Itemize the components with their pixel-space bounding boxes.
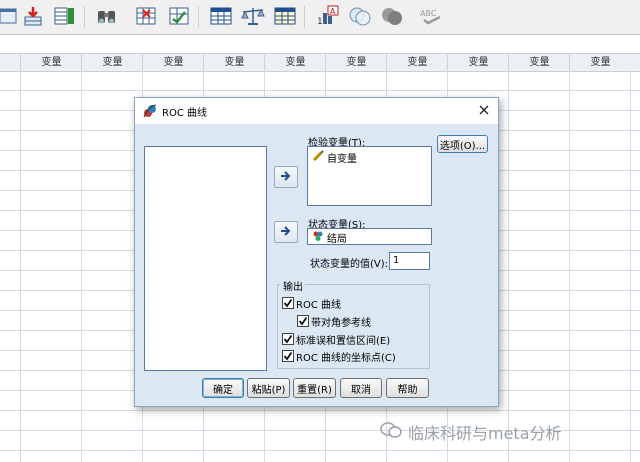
roc-curve-label: ROC 曲线 xyxy=(296,300,341,311)
move-to-state-variable-button[interactable] xyxy=(274,221,298,243)
dialog-title: ROC 曲线 xyxy=(162,108,207,119)
toggle-sets-icon[interactable] xyxy=(379,3,405,29)
paste-button[interactable]: 粘贴(P) xyxy=(247,378,290,398)
source-variable-list[interactable] xyxy=(144,146,267,371)
diagonal-reference-label: 带对角参考线 xyxy=(311,318,371,329)
scale-variable-icon xyxy=(312,150,324,165)
svg-text:A: A xyxy=(330,7,336,16)
insert-cases-icon[interactable] xyxy=(133,3,159,29)
recall-dialog-icon[interactable] xyxy=(0,3,22,29)
find-icon[interactable] xyxy=(94,3,120,29)
grid-column-line xyxy=(569,71,570,462)
state-value-label: 状态变量的值(V): xyxy=(310,259,389,270)
grid-column-line xyxy=(20,71,21,462)
test-variable-list[interactable]: 自变量 xyxy=(307,146,432,206)
column-header[interactable]: 变量 xyxy=(508,54,570,71)
column-header[interactable]: 变量 xyxy=(20,54,82,71)
select-cases-icon[interactable] xyxy=(240,3,266,29)
nominal-variable-icon xyxy=(312,230,324,245)
svg-text:1: 1 xyxy=(317,17,323,27)
watermark: 临床科研与meta分析 xyxy=(380,420,562,444)
column-header[interactable]: 变量 xyxy=(325,54,387,71)
grid-column-line xyxy=(508,71,509,462)
grid-column-line xyxy=(630,71,631,462)
column-header[interactable]: 变量 xyxy=(264,54,326,71)
toolbar: 1A ABC xyxy=(0,0,640,35)
diagonal-reference-checkbox[interactable] xyxy=(297,315,309,327)
column-header-row: 变量 变量 变量 变量 变量 变量 变量 变量 变量 变量 xyxy=(0,53,640,72)
roc-coordinates-checkbox[interactable] xyxy=(282,350,294,362)
use-sets-icon[interactable]: 1A xyxy=(315,3,341,29)
state-value-text: 1 xyxy=(393,255,400,266)
std-error-ci-checkbox[interactable] xyxy=(282,333,294,345)
column-header[interactable]: 变量 xyxy=(142,54,204,71)
column-header[interactable]: 变量 xyxy=(569,54,631,71)
weight-cases-icon[interactable] xyxy=(208,3,234,29)
std-error-ci-label: 标准误和置信区间(E) xyxy=(296,336,391,347)
spell-check-abc-text: ABC xyxy=(420,9,437,18)
state-value-input[interactable]: 1 xyxy=(389,252,430,270)
column-header[interactable]: 变量 xyxy=(447,54,509,71)
column-header[interactable]: 变量 xyxy=(203,54,265,71)
state-variable-value: 结局 xyxy=(327,234,347,245)
grid-column-line xyxy=(81,71,82,462)
test-variable-item-label: 自变量 xyxy=(327,154,357,165)
roc-curve-checkbox[interactable] xyxy=(282,297,294,309)
column-header[interactable]: 变量 xyxy=(81,54,143,71)
watermark-text: 临床科研与meta分析 xyxy=(408,424,562,443)
roc-coordinates-label: ROC 曲线的坐标点(C) xyxy=(296,353,396,364)
output-group-label: 输出 xyxy=(281,278,305,293)
go-to-case-icon[interactable] xyxy=(20,3,46,29)
reset-button[interactable]: 重置(R) xyxy=(293,378,336,398)
variables-icon[interactable] xyxy=(52,3,78,29)
dialog-body: 检验变量(T): 自变量 选项(O)... 状态变量(S): 结局 状态变量的值… xyxy=(135,124,498,406)
spell-check-icon[interactable]: ABC xyxy=(418,3,444,29)
help-button[interactable]: 帮助 xyxy=(386,378,429,398)
roc-dialog-icon xyxy=(143,104,157,121)
show-all-variables-icon[interactable] xyxy=(347,3,373,29)
split-file-icon[interactable] xyxy=(166,3,192,29)
wechat-icon xyxy=(380,421,402,443)
arrow-right-icon xyxy=(280,225,292,239)
roc-curve-dialog: ROC 曲线 检验变量(T): 自变量 选项(O)... 状态变量(S): 结局 xyxy=(134,97,499,407)
arrow-right-icon xyxy=(280,170,292,184)
column-header[interactable]: 变量 xyxy=(386,54,448,71)
dialog-titlebar: ROC 曲线 xyxy=(135,98,498,124)
move-to-test-variable-button[interactable] xyxy=(274,166,298,188)
close-icon[interactable] xyxy=(478,104,490,116)
options-button[interactable]: 选项(O)... xyxy=(437,135,488,153)
value-labels-icon[interactable] xyxy=(272,3,298,29)
cancel-button[interactable]: 取消 xyxy=(340,378,382,398)
ok-button[interactable]: 确定 xyxy=(202,378,244,398)
list-item[interactable]: 自变量 xyxy=(312,150,357,165)
state-variable-field[interactable]: 结局 xyxy=(307,228,432,245)
